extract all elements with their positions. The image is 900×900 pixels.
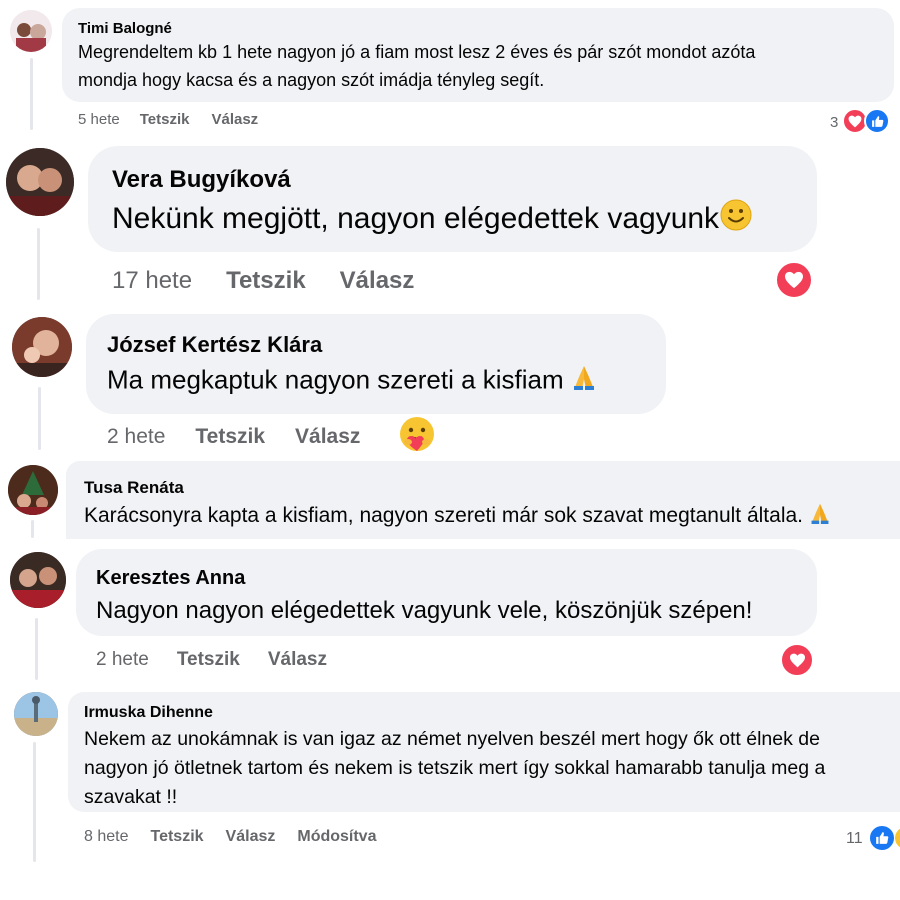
edited-label[interactable]: Módosítva: [297, 828, 376, 846]
reply-link[interactable]: Válasz: [295, 425, 360, 449]
thread-line: [37, 228, 40, 300]
comment-vera-bugyikova: Vera Bugyíková Nekünk megjött, nagyon el…: [0, 140, 900, 305]
thread-line: [30, 58, 33, 130]
comment-text-line-1: Karácsonyra kapta a kisfiam, nagyon szer…: [84, 501, 831, 532]
haha-icon[interactable]: [894, 826, 900, 850]
thread-line: [35, 618, 38, 680]
comment-timi-balogne: Timi Balogné Megrendeltem kb 1 hete nagy…: [0, 0, 900, 140]
like-link[interactable]: Tetszik: [140, 111, 190, 128]
reply-link[interactable]: Válasz: [268, 649, 327, 671]
avatar[interactable]: [10, 10, 52, 52]
thread-line: [33, 742, 36, 862]
comment-actions: 8 hete Tetszik Válasz Módosítva: [84, 828, 376, 846]
folded-hands-emoji-icon: [571, 363, 597, 400]
reaction-count[interactable]: 3: [830, 114, 838, 131]
comment-text-line-2: mondja hogy kacsa és a nagyon szót imádj…: [78, 70, 545, 90]
reply-link[interactable]: Válasz: [226, 828, 276, 846]
like-icon[interactable]: [864, 108, 890, 134]
heart-icon[interactable]: [774, 260, 814, 300]
comment-text-line-3: szavakat !!: [84, 786, 178, 808]
comment-text-line-1: Nagyon nagyon elégedettek vagyunk vele, …: [96, 597, 753, 624]
like-icon[interactable]: [868, 824, 896, 852]
comment-time[interactable]: 5 hete: [78, 111, 120, 128]
comment-author[interactable]: Timi Balogné: [78, 20, 172, 37]
comment-author[interactable]: Tusa Renáta: [84, 478, 184, 498]
avatar[interactable]: [8, 465, 58, 515]
comment-time[interactable]: 2 hete: [107, 425, 165, 449]
thread-line: [38, 387, 41, 450]
comment-time[interactable]: 2 hete: [96, 649, 149, 671]
comment-author[interactable]: Keresztes Anna: [96, 567, 245, 590]
avatar[interactable]: [12, 317, 72, 377]
comment-actions: 2 hete Tetszik Válasz: [96, 649, 327, 671]
comment-actions: 2 hete Tetszik Válasz: [107, 425, 360, 449]
comment-actions: 17 hete Tetszik Válasz: [112, 267, 414, 295]
comment-text-line-1: Megrendeltem kb 1 hete nagyon jó a fiam …: [78, 42, 756, 62]
like-link[interactable]: Tetszik: [226, 267, 306, 295]
comment-tusa-renata: Tusa Renáta Karácsonyra kapta a kisfiam,…: [0, 455, 900, 540]
avatar[interactable]: [14, 692, 58, 736]
comment-text: Ma megkaptuk nagyon szereti a kisfiam: [107, 364, 564, 395]
like-link[interactable]: Tetszik: [177, 649, 240, 671]
reply-link[interactable]: Válasz: [211, 111, 258, 128]
like-link[interactable]: Tetszik: [195, 425, 265, 449]
comment-time[interactable]: 17 hete: [112, 267, 192, 295]
folded-hands-emoji-icon: [809, 501, 831, 532]
reply-link[interactable]: Válasz: [340, 267, 415, 295]
comment-jozsef-kertesz-klara: József Kertész Klára Ma megkaptuk nagyon…: [0, 305, 900, 455]
avatar[interactable]: [6, 148, 74, 216]
avatar[interactable]: [10, 552, 66, 608]
comment-author[interactable]: Vera Bugyíková: [112, 166, 291, 194]
comment-irmuska-dihenne: Irmuska Dihenne Nekem az unokámnak is va…: [0, 690, 900, 870]
comment-author[interactable]: József Kertész Klára: [107, 332, 322, 358]
comment-keresztes-anna: Keresztes Anna Nagyon nagyon elégedettek…: [0, 540, 900, 690]
care-emoji-icon[interactable]: [398, 415, 436, 453]
comment-text: Karácsonyra kapta a kisfiam, nagyon szer…: [84, 504, 804, 528]
thread-line: [31, 520, 34, 538]
comment-text-line-1: Nekem az unokámnak is van igaz az német …: [84, 728, 820, 750]
comment-time[interactable]: 8 hete: [84, 828, 128, 846]
comment-text-line-2: nagyon jó ötletnek tartom és nekem is te…: [84, 757, 826, 779]
comment-text-line-1: Nekünk megjött, nagyon elégedettek vagyu…: [112, 198, 753, 242]
comment-actions: 5 hete Tetszik Válasz: [78, 111, 258, 128]
like-link[interactable]: Tetszik: [150, 828, 203, 846]
comment-text: Nekünk megjött, nagyon elégedettek vagyu…: [112, 201, 720, 235]
smiley-emoji-icon: [719, 198, 753, 242]
heart-icon[interactable]: [780, 643, 814, 677]
comment-author[interactable]: Irmuska Dihenne: [84, 704, 213, 722]
comment-text-line-1: Ma megkaptuk nagyon szereti a kisfiam: [107, 363, 597, 400]
reaction-count[interactable]: 11: [846, 830, 863, 848]
